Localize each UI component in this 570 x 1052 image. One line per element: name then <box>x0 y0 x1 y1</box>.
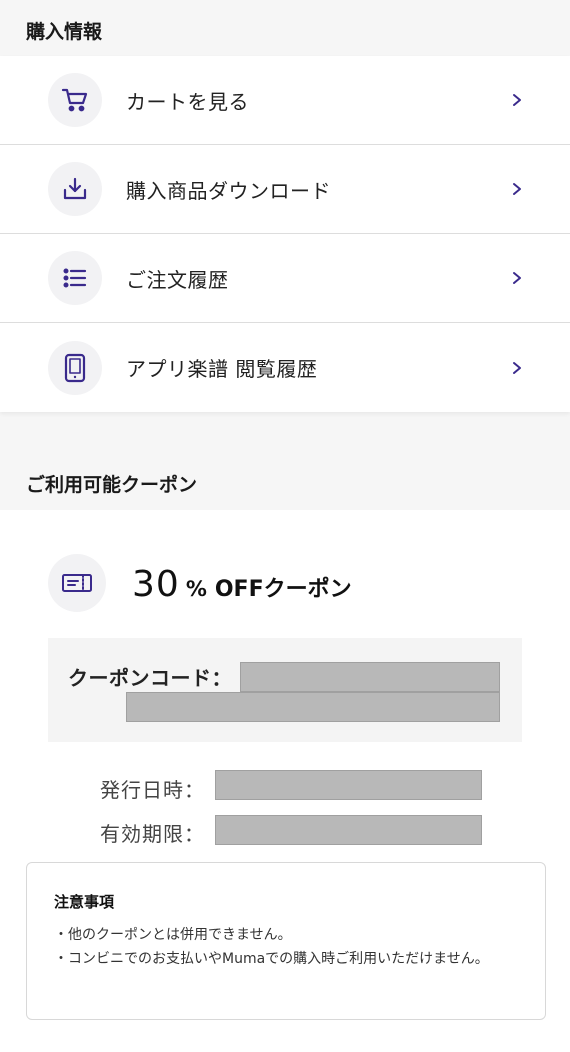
expiry-date-redacted <box>215 815 482 845</box>
coupon-discount-unit: % <box>185 577 207 601</box>
section-title-available-coupons: ご利用可能クーポン <box>26 474 198 496</box>
issued-date-redacted <box>215 770 482 800</box>
menu-item-label: アプリ楽譜 閲覧履歴 <box>126 357 318 381</box>
purchase-menu-card: カートを見る 購入商品ダウンロード ご注文履歴 アプリ楽譜 閲覧履歴 <box>0 56 570 412</box>
coupon-discount-text: OFFクーポン <box>214 577 352 602</box>
menu-item-download-purchases[interactable]: 購入商品ダウンロード <box>0 145 570 234</box>
chevron-right-icon <box>505 177 529 201</box>
section-title-purchase-info: 購入情報 <box>26 21 103 43</box>
menu-item-label: ご注文履歴 <box>126 267 229 292</box>
issued-date-label: 発行日時： <box>100 778 205 802</box>
menu-item-view-cart[interactable]: カートを見る <box>0 56 570 145</box>
notes-box: 注意事項 ・他のクーポンとは併用できません。 ・コンビニでのお支払いやMumaで… <box>26 862 546 1020</box>
coupon-code-redacted <box>126 692 500 722</box>
coupon-card: 30 % OFFクーポン クーポンコード： 発行日時： 有効期限： 注意事項 ・… <box>0 510 570 1052</box>
menu-item-app-score-history[interactable]: アプリ楽譜 閲覧履歴 <box>0 323 570 412</box>
menu-item-label: 購入商品ダウンロード <box>126 178 331 203</box>
cart-icon <box>48 73 102 127</box>
menu-item-order-history[interactable]: ご注文履歴 <box>0 234 570 323</box>
coupon-code-redacted <box>240 662 500 692</box>
menu-item-label: カートを見る <box>126 89 249 114</box>
coupon-discount-value: 30 <box>132 564 180 605</box>
chevron-right-icon <box>505 88 529 112</box>
coupon-code-box: クーポンコード： <box>48 638 522 742</box>
chevron-right-icon <box>505 356 529 380</box>
notes-title: 注意事項 <box>54 893 115 911</box>
notes-item: ・コンビニでのお支払いやMumaでの購入時ご利用いただけません。 <box>54 951 489 967</box>
tablet-icon <box>48 340 102 395</box>
coupon-code-label: クーポンコード： <box>68 666 232 690</box>
chevron-right-icon <box>505 266 529 290</box>
notes-list: ・他のクーポンとは併用できません。 ・コンビニでのお支払いやMumaでの購入時ご… <box>54 923 524 971</box>
list-icon <box>48 251 102 305</box>
expiry-date-label: 有効期限： <box>100 822 205 846</box>
notes-item: ・他のクーポンとは併用できません。 <box>54 927 292 943</box>
coupon-title: 30 % OFFクーポン <box>132 564 352 605</box>
ticket-icon <box>48 554 106 612</box>
download-icon <box>48 162 102 216</box>
